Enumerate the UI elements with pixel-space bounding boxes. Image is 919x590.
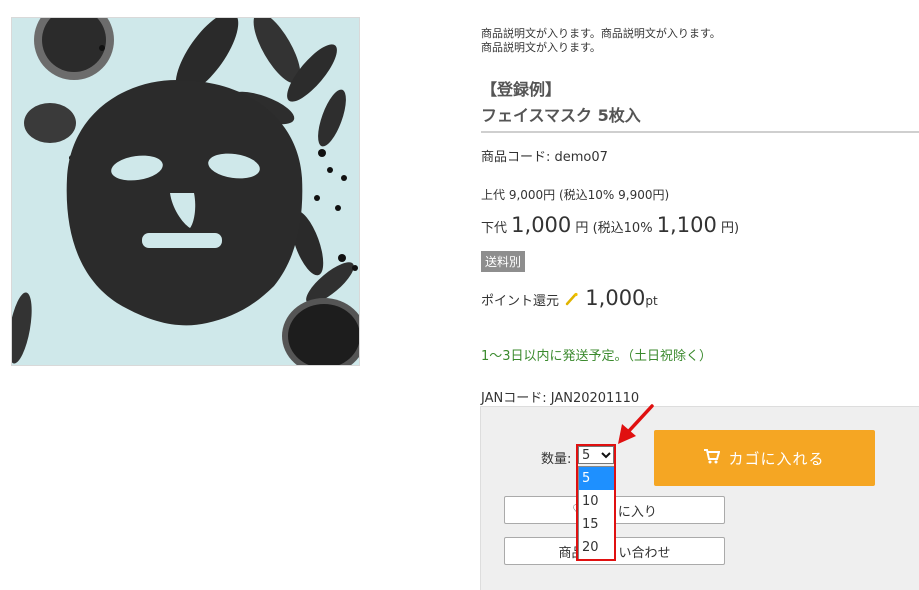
wholesale-unit: 円 (575, 221, 589, 236)
wholesale-price-value: 1,000 (511, 213, 572, 237)
description-line: 商品説明文が入ります。商品説明文が入ります。 (481, 27, 721, 40)
shipping-schedule: 1〜3日以内に発送予定。（土日祝除く） (481, 349, 713, 364)
wholesale-price: 下代 1,000 円 (税込10% 1,100 円) (481, 213, 739, 237)
annotation-highlight-box (576, 444, 616, 561)
point-unit: pt (645, 294, 658, 308)
product-image (11, 17, 360, 366)
title-divider (481, 131, 919, 133)
add-to-cart-label: カゴに入れる (728, 449, 825, 468)
quantity-label: 数量: (541, 452, 572, 467)
point-label: ポイント還元 (481, 294, 560, 309)
tax-label: (税込10% (592, 221, 653, 236)
point-reward: ポイント還元 1,000pt (481, 286, 658, 310)
retail-price: 上代 9,000円 (税込10% 9,900円) (481, 188, 670, 202)
annotation-arrow-icon (618, 404, 654, 444)
cart-icon (704, 448, 721, 468)
description-line: 商品説明文が入ります。 (481, 41, 601, 54)
product-title: フェイスマスク 5枚入 (481, 106, 641, 125)
product-photo (12, 18, 359, 365)
registration-example-label: 【登録例】 (481, 80, 562, 99)
favorite-label: に入り (617, 504, 657, 520)
product-code: 商品コード: demo07 (481, 150, 608, 165)
point-value: 1,000 (585, 286, 646, 310)
point-icon (565, 292, 579, 306)
tax-unit: 円) (720, 221, 740, 236)
tax-price-value: 1,100 (656, 213, 717, 237)
add-to-cart-button[interactable]: カゴに入れる (654, 430, 875, 486)
shipping-badge: 送料別 (481, 251, 526, 272)
product-description: 商品説明文が入ります。商品説明文が入ります。 商品説明文が入ります。 (481, 27, 721, 55)
wholesale-label: 下代 (481, 221, 508, 236)
inquiry-label-right: い合わせ (618, 545, 671, 561)
